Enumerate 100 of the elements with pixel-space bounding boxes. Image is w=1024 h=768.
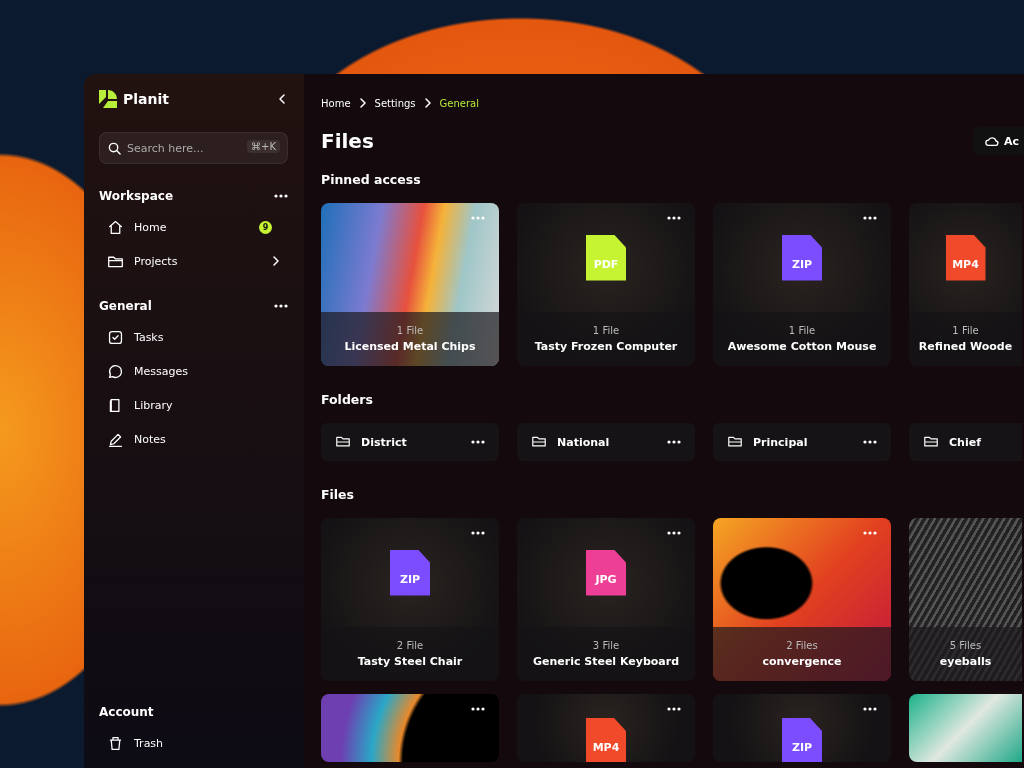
chat-bubble-icon bbox=[107, 362, 124, 380]
more-button[interactable] bbox=[667, 707, 681, 711]
section-heading: General bbox=[99, 299, 152, 313]
more-button[interactable] bbox=[863, 216, 877, 220]
folder-item[interactable]: District bbox=[321, 423, 499, 461]
more-button[interactable] bbox=[471, 440, 485, 444]
photo-card[interactable]: 1 File Licensed Metal Chips bbox=[321, 203, 499, 366]
more-button[interactable] bbox=[274, 194, 288, 198]
nav-item[interactable]: Messages bbox=[99, 358, 288, 384]
file-type-icon: MP4 bbox=[945, 234, 986, 281]
more-button[interactable] bbox=[471, 707, 485, 711]
chevron-left-icon bbox=[276, 93, 288, 105]
section-heading: Pinned access bbox=[321, 172, 422, 189]
file-count: 5 Files bbox=[949, 640, 982, 651]
more-icon bbox=[274, 194, 288, 198]
file-type-icon: MP4 bbox=[586, 718, 626, 762]
more-button[interactable] bbox=[471, 531, 485, 535]
more-icon bbox=[471, 707, 485, 711]
file-type-icon: PDF bbox=[586, 234, 626, 281]
more-icon bbox=[863, 440, 877, 444]
file-card[interactable]: ZIP bbox=[713, 694, 891, 762]
file-count: 2 Files bbox=[786, 640, 818, 651]
nav-item[interactable]: Notes bbox=[99, 426, 288, 452]
breadcrumb-link[interactable]: Home bbox=[321, 97, 351, 109]
more-button[interactable] bbox=[863, 707, 877, 711]
more-icon bbox=[667, 216, 681, 220]
file-count: 1 File bbox=[788, 325, 816, 336]
section-heading: Workspace bbox=[99, 189, 174, 203]
logo-icon bbox=[99, 90, 117, 108]
file-card[interactable]: ZIP 2 File Tasty Steel Chair bbox=[321, 518, 499, 681]
file-name: Tasty Frozen Computer bbox=[534, 340, 678, 353]
photo-card[interactable]: 5 Files eyeballs bbox=[909, 518, 1022, 681]
file-name: Generic Steel Keyboard bbox=[532, 655, 680, 668]
more-button[interactable] bbox=[667, 216, 681, 220]
file-count: 2 File bbox=[396, 640, 424, 651]
more-icon bbox=[471, 531, 485, 535]
file-name: convergence bbox=[762, 655, 842, 668]
more-icon bbox=[471, 216, 485, 220]
collapse-button[interactable] bbox=[276, 93, 288, 105]
cloud-icon bbox=[984, 135, 999, 147]
folder-icon bbox=[531, 435, 547, 449]
file-type-icon: JPG bbox=[586, 549, 626, 596]
file-type-icon: ZIP bbox=[782, 718, 822, 762]
file-name: Awesome Cotton Mouse bbox=[727, 340, 877, 353]
trash-icon bbox=[107, 734, 124, 752]
section-heading: Files bbox=[321, 487, 356, 504]
section-heading: Folders bbox=[321, 392, 374, 409]
file-card[interactable]: JPG 3 File Generic Steel Keyboard bbox=[517, 518, 695, 681]
breadcrumb-link[interactable]: Settings bbox=[374, 97, 416, 109]
file-card[interactable]: ZIP 1 File Awesome Cotton Mouse bbox=[713, 203, 891, 366]
shortcut-hint: ⌘+K bbox=[247, 140, 280, 153]
nav-item[interactable]: Projects bbox=[99, 248, 288, 274]
folder-item[interactable]: Principal bbox=[713, 423, 891, 461]
nav-item[interactable]: Trash bbox=[99, 730, 288, 756]
nav-item[interactable]: Tasks bbox=[99, 324, 288, 350]
photo-card[interactable]: 2 Files convergence bbox=[713, 518, 891, 681]
checkbox-icon bbox=[107, 328, 124, 346]
file-count: 1 File bbox=[952, 325, 979, 336]
folder-name: National bbox=[557, 435, 611, 449]
file-card[interactable]: MP4 1 File Refined Woode bbox=[909, 203, 1022, 366]
file-count: 1 File bbox=[592, 325, 620, 336]
more-icon bbox=[863, 531, 877, 535]
folder-item[interactable]: Chief bbox=[909, 423, 1022, 461]
photo-card[interactable] bbox=[321, 694, 499, 762]
more-button[interactable] bbox=[667, 531, 681, 535]
file-name: Refined Woode bbox=[918, 340, 1013, 353]
more-button[interactable] bbox=[863, 440, 877, 444]
file-count: 1 File bbox=[396, 325, 424, 336]
folder-item[interactable]: National bbox=[517, 423, 695, 461]
more-icon bbox=[863, 707, 877, 711]
file-count: 3 File bbox=[592, 640, 620, 651]
brand-name: Planit bbox=[123, 91, 170, 107]
nav-item[interactable]: Library bbox=[99, 392, 288, 418]
nav-item[interactable]: Home 9 bbox=[99, 214, 288, 240]
file-card[interactable]: MP4 bbox=[517, 694, 695, 762]
folder-name: Chief bbox=[949, 435, 982, 449]
more-icon bbox=[863, 216, 877, 220]
folder-icon bbox=[923, 435, 939, 449]
more-button[interactable] bbox=[667, 440, 681, 444]
file-name: Tasty Steel Chair bbox=[357, 655, 463, 668]
folder-icon bbox=[335, 435, 351, 449]
section-heading: Account bbox=[99, 705, 154, 719]
more-icon bbox=[471, 440, 485, 444]
breadcrumb-link[interactable]: General bbox=[439, 97, 479, 109]
file-type-icon: ZIP bbox=[390, 549, 430, 596]
folder-name: Principal bbox=[753, 435, 809, 449]
file-name: Licensed Metal Chips bbox=[344, 340, 476, 353]
search-icon bbox=[108, 142, 121, 155]
more-icon bbox=[667, 440, 681, 444]
more-icon bbox=[667, 707, 681, 711]
file-card[interactable]: PDF 1 File Tasty Frozen Computer bbox=[517, 203, 695, 366]
action-button[interactable]: Ac bbox=[972, 127, 1024, 155]
more-button[interactable] bbox=[274, 304, 288, 308]
count-badge: 9 bbox=[259, 220, 272, 234]
more-icon bbox=[667, 531, 681, 535]
more-icon bbox=[274, 304, 288, 308]
folder-icon bbox=[727, 435, 743, 449]
folder-name: District bbox=[361, 435, 408, 449]
home-icon bbox=[107, 218, 124, 236]
file-type-icon: ZIP bbox=[782, 234, 822, 281]
